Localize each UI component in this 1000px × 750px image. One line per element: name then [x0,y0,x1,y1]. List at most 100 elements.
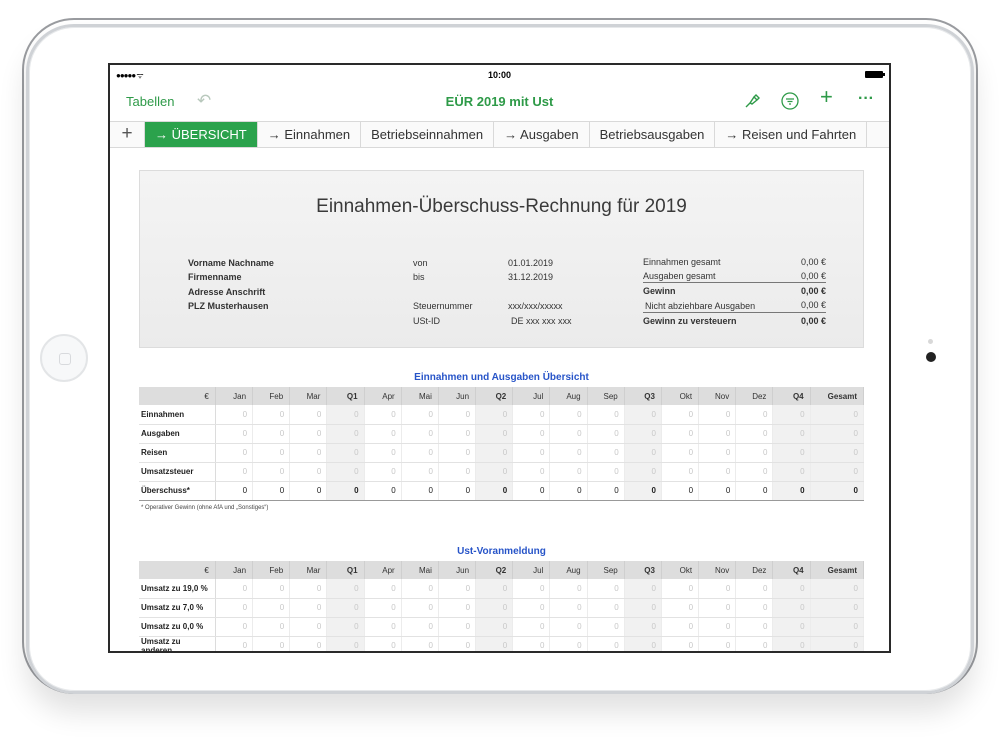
table-cell[interactable]: 0 [289,462,328,482]
table-cell[interactable]: 0 [512,579,551,599]
table-cell[interactable]: 0 [772,462,811,482]
table-cell[interactable]: 0 [326,617,365,637]
table-cell[interactable]: 0 [772,405,811,425]
table-cell[interactable]: 0 [735,424,774,444]
table-cell[interactable]: 0 [215,424,254,444]
table-cell[interactable]: 0 [326,480,365,501]
table-cell[interactable]: 0 [289,598,328,618]
table-cell[interactable]: 0 [624,424,662,444]
table-cell[interactable]: 0 [326,636,365,651]
table-cell[interactable]: 0 [438,617,477,637]
filter-icon[interactable] [781,92,799,115]
table-cell[interactable]: 0 [772,424,811,444]
home-button[interactable] [40,334,88,382]
table-cell[interactable]: 0 [252,617,291,637]
tab-einnahmen[interactable]: → Einnahmen [258,122,362,147]
table-cell[interactable]: 0 [252,405,291,425]
table-cell[interactable]: 0 [549,424,588,444]
table-cell[interactable]: 0 [661,443,700,463]
table-cell[interactable]: 0 [772,636,811,651]
table-cell[interactable]: 0 [772,579,811,599]
table-cell[interactable]: 0 [810,480,865,501]
table-cell[interactable]: 0 [735,636,774,651]
table-cell[interactable]: 0 [252,636,291,651]
table-cell[interactable]: 0 [810,424,865,444]
table-cell[interactable]: 0 [549,617,588,637]
table-cell[interactable]: 0 [438,462,477,482]
table-cell[interactable]: 0 [512,424,551,444]
table-cell[interactable]: 0 [661,636,700,651]
table-cell[interactable]: 0 [661,579,700,599]
table-cell[interactable]: 0 [772,443,811,463]
table-cell[interactable]: 0 [289,579,328,599]
table-cell[interactable]: 0 [661,480,700,501]
table-cell[interactable]: 0 [549,480,588,501]
row-label[interactable]: Umsatz zu anderen [139,636,216,651]
table-cell[interactable]: 0 [735,617,774,637]
table-cell[interactable]: 0 [698,462,737,482]
table-cell[interactable]: 0 [438,598,477,618]
table-cell[interactable]: 0 [252,598,291,618]
table-cell[interactable]: 0 [364,462,402,482]
row-label[interactable]: Umsatzsteuer [139,462,216,482]
table-cell[interactable]: 0 [364,617,402,637]
row-label[interactable]: Überschuss* [139,480,216,501]
table-cell[interactable]: 0 [549,443,588,463]
table-cell[interactable]: 0 [475,617,514,637]
row-label[interactable]: Ausgaben [139,424,216,444]
table-cell[interactable]: 0 [401,480,439,501]
table-cell[interactable]: 0 [289,636,328,651]
table-cell[interactable]: 0 [475,636,514,651]
tab-ausgaben[interactable]: → Ausgaben [494,122,590,147]
table-cell[interactable]: 0 [512,598,551,618]
table-cell[interactable]: 0 [810,617,865,637]
table-cell[interactable]: 0 [810,405,865,425]
row-label[interactable]: Einnahmen [139,405,216,425]
table-cell[interactable]: 0 [512,405,551,425]
table-cell[interactable]: 0 [512,480,551,501]
table-cell[interactable]: 0 [252,480,291,501]
format-brush-icon[interactable] [743,92,761,115]
table-cell[interactable]: 0 [326,598,365,618]
table-cell[interactable]: 0 [475,443,514,463]
table-cell[interactable]: 0 [364,579,402,599]
table-cell[interactable]: 0 [735,598,774,618]
row-label[interactable]: Umsatz zu 7,0 % [139,598,216,618]
table-cell[interactable]: 0 [772,598,811,618]
tab-betriebsausgaben[interactable]: Betriebsausgaben [590,122,716,147]
table-cell[interactable]: 0 [698,443,737,463]
table-cell[interactable]: 0 [661,462,700,482]
table-cell[interactable]: 0 [215,443,254,463]
table-cell[interactable]: 0 [215,579,254,599]
table-cell[interactable]: 0 [624,617,662,637]
table-cell[interactable]: 0 [289,617,328,637]
table-cell[interactable]: 0 [512,617,551,637]
table-cell[interactable]: 0 [549,462,588,482]
table-cell[interactable]: 0 [401,617,439,637]
table-cell[interactable]: 0 [810,579,865,599]
table-cell[interactable]: 0 [587,462,625,482]
tab-uebersicht[interactable]: → ÜBERSICHT [145,122,258,147]
table-cell[interactable]: 0 [364,424,402,444]
table-cell[interactable]: 0 [401,462,439,482]
table-cell[interactable]: 0 [624,598,662,618]
table-cell[interactable]: 0 [364,598,402,618]
table-cell[interactable]: 0 [735,462,774,482]
table-cell[interactable]: 0 [215,462,254,482]
table-cell[interactable]: 0 [810,462,865,482]
row-label[interactable]: Umsatz zu 19,0 % [139,579,216,599]
table-cell[interactable]: 0 [438,636,477,651]
table-cell[interactable]: 0 [698,480,737,501]
table-cell[interactable]: 0 [810,598,865,618]
table-cell[interactable]: 0 [661,598,700,618]
table-cell[interactable]: 0 [735,405,774,425]
table-cell[interactable]: 0 [661,405,700,425]
table-cell[interactable]: 0 [215,598,254,618]
table-cell[interactable]: 0 [698,598,737,618]
table-cell[interactable]: 0 [475,462,514,482]
table-cell[interactable]: 0 [252,443,291,463]
table-cell[interactable]: 0 [326,424,365,444]
table-cell[interactable]: 0 [587,480,625,501]
table-cell[interactable]: 0 [438,424,477,444]
table-cell[interactable]: 0 [772,480,811,501]
